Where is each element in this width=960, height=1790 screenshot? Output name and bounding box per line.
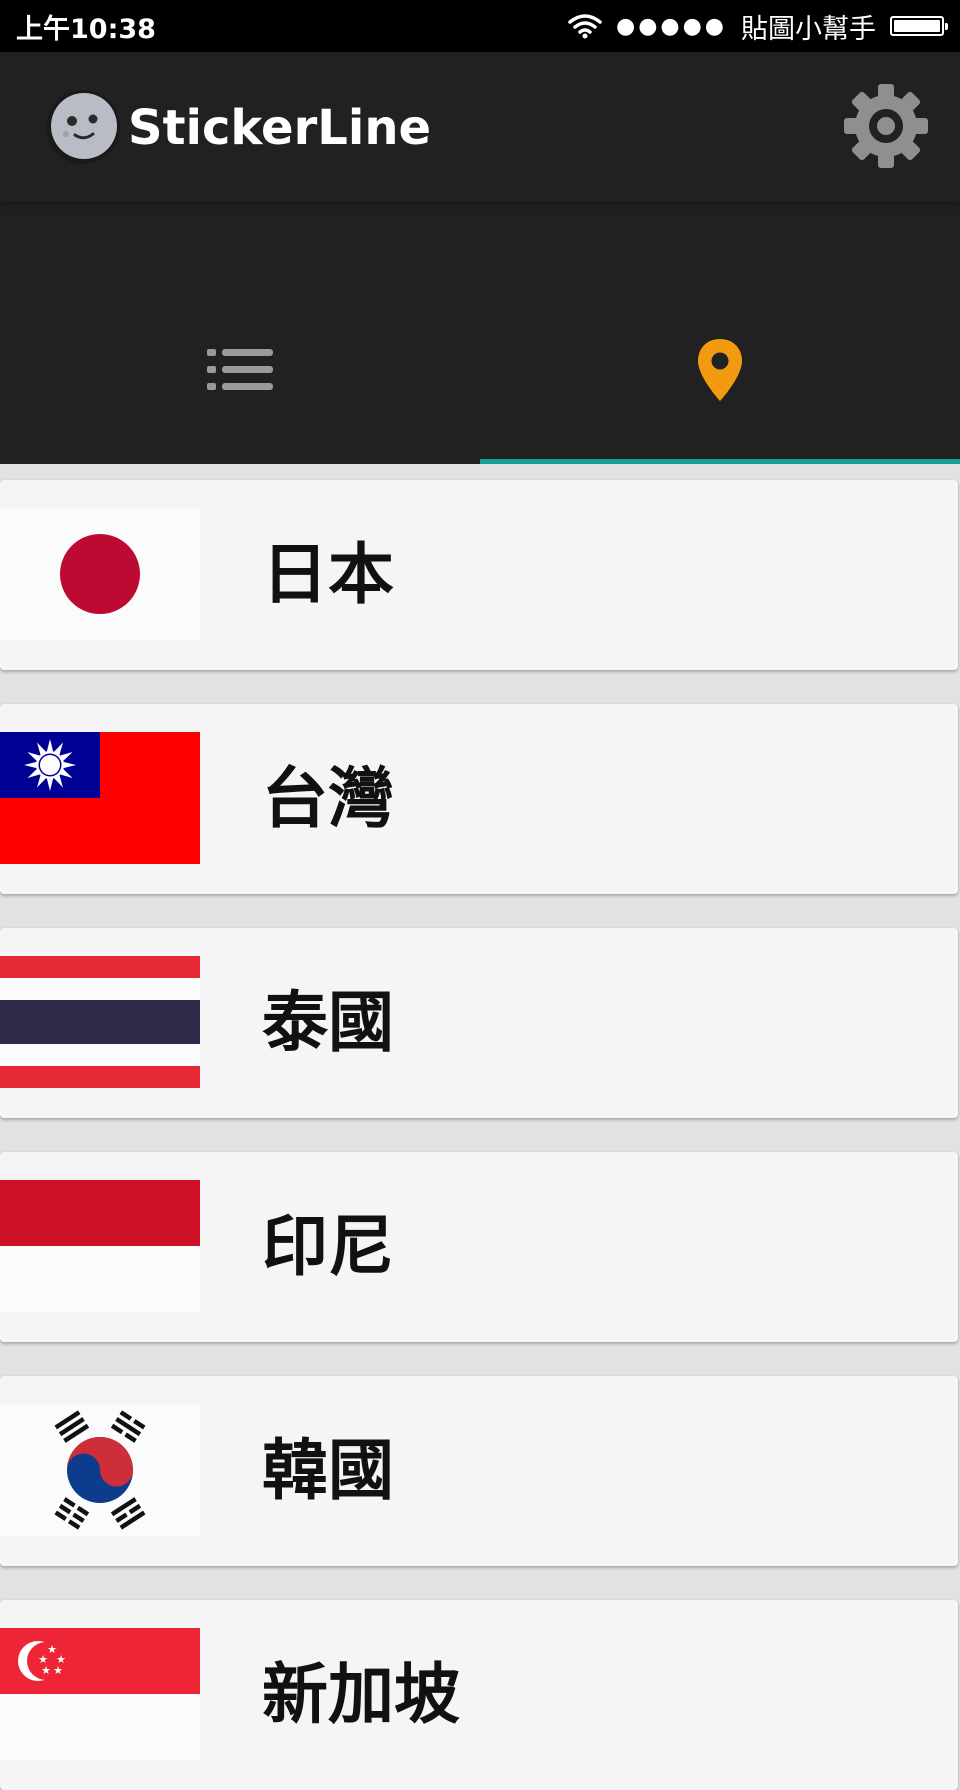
country-name: 韓國	[262, 1432, 394, 1509]
status-indicators: ●●●●● 貼圖小幫手	[568, 7, 948, 46]
status-time: 上午10:38	[16, 13, 156, 45]
wifi-icon	[568, 14, 602, 39]
country-card-taiwan[interactable]: 台灣	[0, 704, 958, 894]
tab-indicator	[480, 459, 960, 464]
gear-icon[interactable]	[842, 82, 930, 170]
status-bar: 上午10:38 ●●●●● 貼圖小幫手	[0, 0, 960, 52]
svg-text:★: ★	[41, 1664, 51, 1677]
country-name: 日本	[262, 536, 394, 613]
tab-bar	[0, 202, 960, 464]
app-title: StickerLine	[128, 100, 432, 156]
country-card-japan[interactable]: 日本	[0, 480, 958, 670]
country-name: 新加坡	[262, 1656, 460, 1733]
country-card-thailand[interactable]: 泰國	[0, 928, 958, 1118]
svg-text:★: ★	[53, 1664, 63, 1677]
country-card-korea[interactable]: 韓國	[0, 1376, 958, 1566]
location-pin-icon	[698, 339, 742, 401]
list-icon	[207, 349, 273, 390]
carrier-label: 貼圖小幫手	[741, 13, 876, 45]
signal-strength-icon: ●●●●●	[616, 13, 727, 39]
taiwan-flag-icon	[0, 732, 200, 864]
korea-flag-icon	[0, 1404, 200, 1536]
tab-list[interactable]	[0, 202, 480, 464]
country-name: 台灣	[262, 760, 394, 837]
tab-location[interactable]	[480, 202, 960, 464]
country-name: 泰國	[262, 984, 394, 1061]
thailand-flag-icon	[0, 956, 200, 1088]
singapore-flag-icon: ★ ★ ★ ★ ★	[0, 1628, 200, 1760]
country-card-indonesia[interactable]: 印尼	[0, 1152, 958, 1342]
country-name: 印尼	[262, 1208, 394, 1285]
moon-face-icon	[46, 90, 120, 164]
app-bar: StickerLine	[0, 52, 960, 202]
japan-flag-icon	[0, 508, 200, 640]
country-card-singapore[interactable]: ★ ★ ★ ★ ★ 新加坡	[0, 1600, 958, 1790]
indonesia-flag-icon	[0, 1180, 200, 1312]
battery-icon	[890, 16, 948, 36]
